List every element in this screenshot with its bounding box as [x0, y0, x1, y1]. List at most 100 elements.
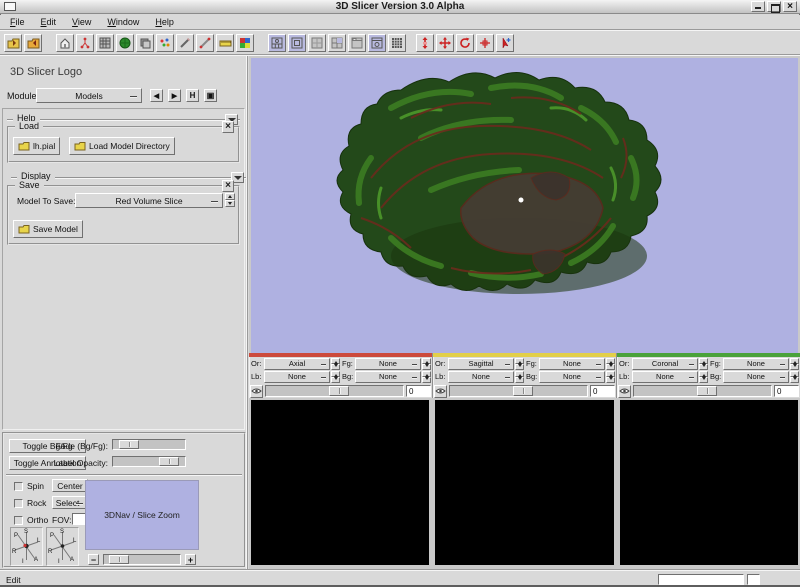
- foreground-spinner[interactable]: [606, 358, 615, 370]
- load-close-icon[interactable]: [222, 121, 234, 133]
- mouse-window-level-icon[interactable]: [476, 34, 494, 52]
- label-select[interactable]: None: [448, 371, 514, 383]
- red-slice-viewport[interactable]: [251, 400, 429, 565]
- tabbed-3d-layout-icon[interactable]: [348, 34, 366, 52]
- slice-offset-entry[interactable]: 0: [590, 385, 615, 397]
- load-section-label: Load: [15, 121, 43, 131]
- label-opacity-slider[interactable]: [112, 456, 186, 467]
- spin-checkbox[interactable]: [14, 482, 23, 491]
- conventional-layout-icon[interactable]: [268, 34, 286, 52]
- display-section-header: Display: [11, 171, 246, 184]
- menu-file[interactable]: File: [4, 16, 31, 28]
- nav-zoom-preview[interactable]: 3DNav / Slice Zoom: [85, 480, 199, 550]
- label-spinner[interactable]: [331, 371, 340, 383]
- orientation-select[interactable]: Axial: [264, 358, 330, 370]
- volumes-module-icon[interactable]: [96, 34, 114, 52]
- center-button[interactable]: Center: [52, 479, 88, 492]
- fade-slider-thumb[interactable]: [119, 440, 139, 449]
- slice-offset-slider[interactable]: [449, 385, 588, 397]
- menu-window[interactable]: Window: [101, 16, 145, 28]
- foreground-select[interactable]: None: [355, 358, 421, 370]
- nav-zoom-slider-thumb[interactable]: [109, 555, 129, 564]
- zoom-in-button[interactable]: +: [185, 554, 196, 565]
- rock-checkbox[interactable]: [14, 499, 23, 508]
- module-home-button[interactable]: H: [186, 89, 199, 102]
- one-up-3d-layout-icon[interactable]: [308, 34, 326, 52]
- menu-view[interactable]: View: [66, 16, 97, 28]
- slice-offset-entry[interactable]: 0: [406, 385, 431, 397]
- three-over-three-layout-icon[interactable]: [328, 34, 346, 52]
- orientation-spinner[interactable]: [699, 358, 708, 370]
- nav-zoom-slider[interactable]: [103, 554, 181, 565]
- slice-visibility-button[interactable]: [250, 385, 263, 398]
- label-spinner[interactable]: [515, 371, 524, 383]
- modules-select[interactable]: Models: [36, 88, 142, 103]
- slice-offset-entry[interactable]: 0: [774, 385, 799, 397]
- background-select[interactable]: None: [355, 371, 421, 383]
- foreground-select[interactable]: None: [539, 358, 605, 370]
- menu-help[interactable]: Help: [149, 16, 180, 28]
- zoom-out-button[interactable]: −: [88, 554, 99, 565]
- module-back-button[interactable]: ◀: [150, 89, 163, 102]
- 3d-viewport[interactable]: [251, 58, 798, 353]
- label-spinner[interactable]: [699, 371, 708, 383]
- orientation-select[interactable]: Sagittal: [448, 358, 514, 370]
- load-file-button[interactable]: lh.pial: [13, 137, 60, 155]
- load-scene-icon[interactable]: [4, 34, 22, 52]
- load-directory-button[interactable]: Load Model Directory: [69, 137, 175, 155]
- mouse-rotate-icon[interactable]: [456, 34, 474, 52]
- mouse-place-fiducial-icon[interactable]: [496, 34, 514, 52]
- transforms-module-icon[interactable]: [136, 34, 154, 52]
- editor-module-icon[interactable]: [176, 34, 194, 52]
- background-spinner[interactable]: [790, 371, 799, 383]
- save-scene-icon[interactable]: [24, 34, 42, 52]
- slice-offset-slider[interactable]: [265, 385, 404, 397]
- module-forward-button[interactable]: ▶: [168, 89, 181, 102]
- orientation-spinner[interactable]: [515, 358, 524, 370]
- axis-widget-2[interactable]: S P L R I A: [46, 527, 79, 566]
- folder-icon: [74, 141, 86, 151]
- close-icon[interactable]: [783, 1, 797, 12]
- menu-edit[interactable]: Edit: [35, 16, 63, 28]
- foreground-select[interactable]: None: [723, 358, 789, 370]
- foreground-spinner[interactable]: [422, 358, 431, 370]
- slice-visibility-button[interactable]: [434, 385, 447, 398]
- save-close-icon[interactable]: [222, 180, 234, 192]
- fiducials-module-icon[interactable]: [156, 34, 174, 52]
- green-slice-viewport[interactable]: [620, 400, 798, 565]
- fade-slider[interactable]: [112, 439, 186, 450]
- models-module-icon[interactable]: [116, 34, 134, 52]
- model-to-save-spinner[interactable]: [225, 193, 235, 207]
- yellow-slice-viewport[interactable]: [435, 400, 613, 565]
- label-select[interactable]: None: [264, 371, 330, 383]
- save-model-button[interactable]: Save Model: [13, 220, 83, 238]
- mouse-pan-icon[interactable]: [436, 34, 454, 52]
- label-opacity-slider-thumb[interactable]: [159, 457, 179, 466]
- four-up-layout-icon[interactable]: [288, 34, 306, 52]
- maximize-icon[interactable]: [767, 1, 781, 12]
- home-module-icon[interactable]: [56, 34, 74, 52]
- ortho-checkbox[interactable]: [14, 516, 23, 525]
- background-spinner[interactable]: [422, 371, 431, 383]
- model-to-save-select[interactable]: Red Volume Slice: [75, 193, 223, 208]
- module-detach-button[interactable]: ▣: [204, 89, 217, 102]
- lightbox-layout-icon[interactable]: [388, 34, 406, 52]
- slice-offset-slider[interactable]: [633, 385, 772, 397]
- minimize-icon[interactable]: [751, 1, 765, 12]
- slice-visibility-button[interactable]: [618, 385, 631, 398]
- ruler-module-icon[interactable]: [216, 34, 234, 52]
- label-select[interactable]: None: [632, 371, 698, 383]
- measurements-module-icon[interactable]: [196, 34, 214, 52]
- orientation-select[interactable]: Coronal: [632, 358, 698, 370]
- tabbed-slice-layout-icon[interactable]: [368, 34, 386, 52]
- foreground-spinner[interactable]: [790, 358, 799, 370]
- colors-module-icon[interactable]: [236, 34, 254, 52]
- axis-widget-1[interactable]: S P L R I A: [10, 527, 43, 566]
- data-module-icon[interactable]: [76, 34, 94, 52]
- orientation-spinner[interactable]: [331, 358, 340, 370]
- rock-select[interactable]: Select: [52, 496, 88, 509]
- background-select[interactable]: None: [539, 371, 605, 383]
- background-select[interactable]: None: [723, 371, 789, 383]
- background-spinner[interactable]: [606, 371, 615, 383]
- mouse-transform-icon[interactable]: [416, 34, 434, 52]
